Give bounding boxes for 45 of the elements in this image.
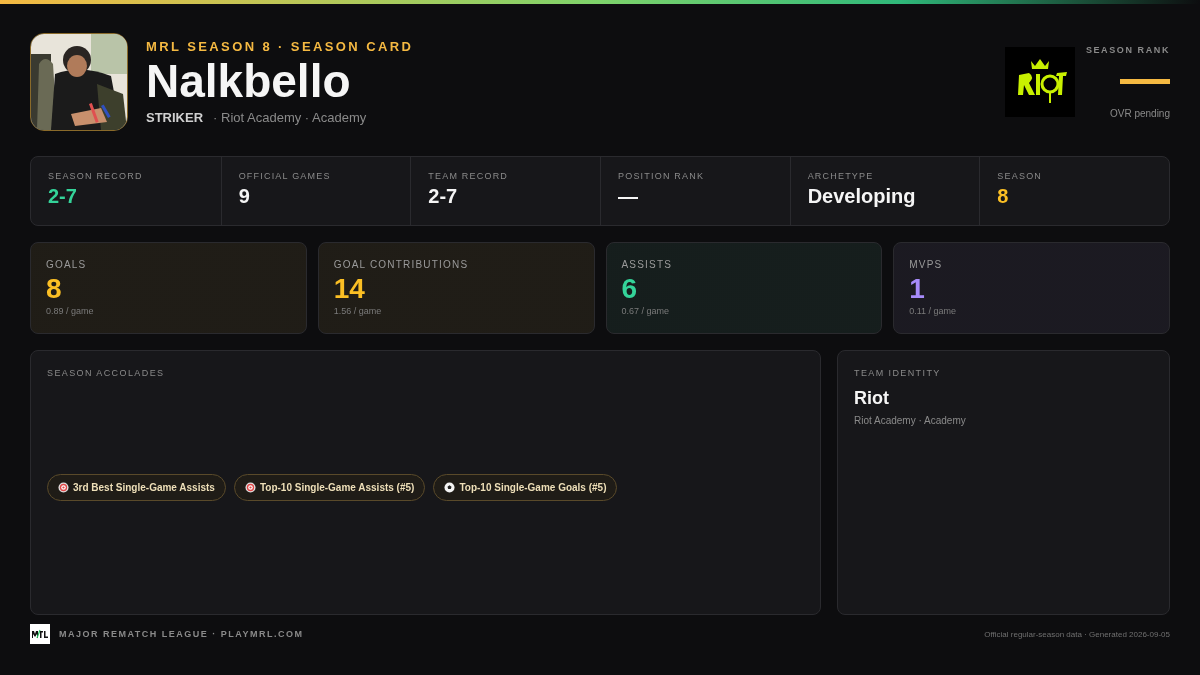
per-game: 0.67 / game (621, 305, 671, 316)
team-line: · Riot Academy · Academy (213, 110, 367, 126)
stat-label: GOALS (46, 259, 88, 270)
panel-title: TEAM IDENTITY (854, 368, 942, 378)
accolade-text: 3rd Best Single-Game Assists (73, 482, 215, 493)
stat-value: 6 (621, 272, 639, 306)
stat-value: 8 (46, 272, 63, 306)
panel-title: SEASON ACCOLADES (47, 368, 166, 378)
summary-label: ARCHETYPE (807, 171, 875, 181)
player-name: Nalkbello (146, 55, 352, 107)
stat-label: MVPS (909, 259, 944, 270)
target-icon (58, 482, 69, 493)
accolade-text: Top-10 Single-Game Goals (#5) (459, 482, 607, 493)
summary-label: SEASON RECORD (48, 171, 144, 181)
season-rank-label: SEASON RANK (1085, 45, 1170, 55)
summary-value: 2-7 (48, 185, 78, 208)
accolade-text: Top-10 Single-Game Assists (#5) (259, 482, 415, 493)
team-subtitle: Riot Academy · Academy (854, 415, 967, 426)
per-game: 1.56 / game (333, 305, 383, 316)
summary-value: 8 (997, 185, 1010, 208)
ovr-pending: OVR pending (1109, 108, 1170, 119)
player-position: STRIKER (146, 110, 204, 126)
data-note: Official regular-season data · Generated 2026-09-05 (984, 629, 1170, 639)
summary-label: SEASON (997, 171, 1044, 181)
stat-value: 14 (333, 272, 366, 306)
summary-value: — (618, 185, 639, 208)
summary-label: TEAM RECORD (428, 171, 510, 181)
stat-label: ASSISTS (621, 259, 674, 270)
summary-value: 9 (238, 185, 251, 208)
league-logo-icon (30, 624, 50, 644)
team-name: Riot (854, 388, 890, 409)
per-game: 0.11 / game (909, 305, 958, 316)
target-icon (244, 482, 256, 493)
card-eyebrow: MRL SEASON 8 · SEASON CARD (146, 38, 414, 54)
per-game: 0.89 / game (46, 305, 95, 316)
summary-value: Developing (807, 185, 917, 208)
summary-label: POSITION RANK (618, 171, 706, 181)
summary-label: OFFICIAL GAMES (238, 171, 332, 181)
summary-value: 2-7 (428, 185, 459, 208)
rank-placeholder-bar (1120, 79, 1170, 84)
league-brand: MAJOR REMATCH LEAGUE · PLAYMRL.COM (59, 629, 304, 639)
stat-value: 1 (909, 272, 926, 306)
soccer-ball-icon (444, 482, 456, 493)
team-logo-icon (1005, 47, 1075, 117)
stat-label: GOAL CONTRIBUTIONS (333, 259, 470, 270)
